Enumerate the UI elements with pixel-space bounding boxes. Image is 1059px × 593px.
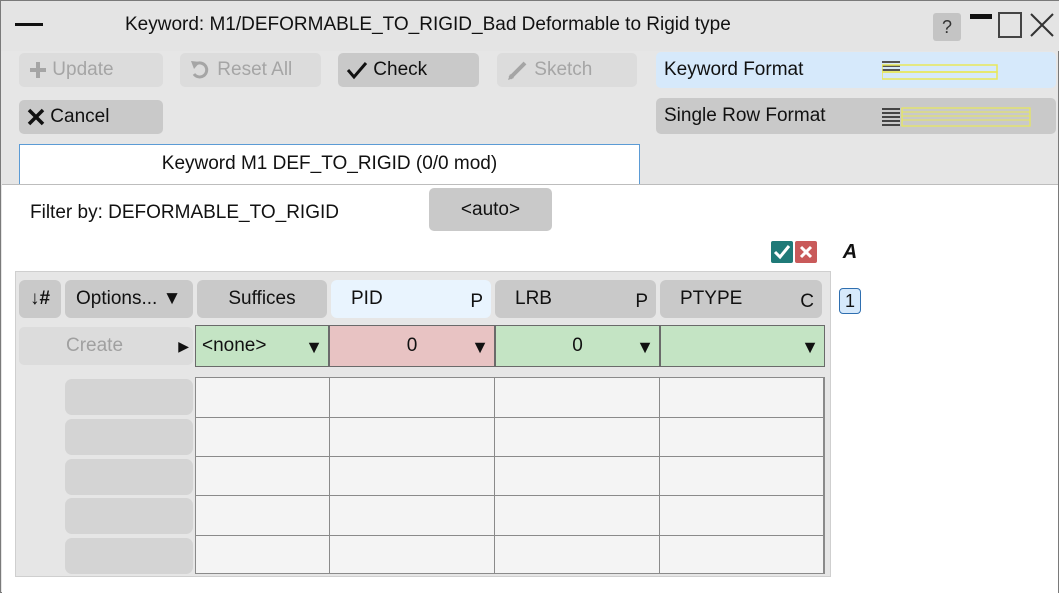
table-cell[interactable]	[660, 536, 824, 573]
table-cell[interactable]	[495, 536, 660, 573]
keyword-tab[interactable]: Keyword M1 DEF_TO_RIGID (0/0 mod)	[19, 144, 640, 184]
x-icon	[27, 108, 45, 126]
lrb-value: 0	[572, 335, 583, 356]
reset-all-label: Reset All	[217, 59, 293, 80]
sort-button[interactable]: ↓#	[19, 280, 61, 318]
column-header-pid-label: PID	[351, 288, 383, 309]
pencil-icon	[508, 61, 527, 80]
plus-icon	[30, 61, 46, 78]
column-type-lrb: P	[635, 291, 648, 312]
table-cell[interactable]	[196, 496, 330, 536]
update-button[interactable]: Update	[19, 53, 163, 87]
cancel-label: Cancel	[50, 106, 110, 127]
ptype-field[interactable]: ▼	[660, 325, 825, 367]
window-menu-icon[interactable]	[15, 23, 43, 26]
column-header-lrb[interactable]: LRB P	[495, 280, 656, 318]
pid-value: 0	[406, 335, 418, 356]
table-cell[interactable]	[495, 457, 660, 496]
table-cell[interactable]	[660, 457, 824, 496]
table-cell[interactable]	[330, 496, 495, 536]
pid-field[interactable]: 0 ▼	[329, 325, 495, 367]
table-cell[interactable]	[495, 496, 660, 536]
window-title: Keyword: M1/DEFORMABLE_TO_RIGID_Bad Defo…	[125, 14, 731, 35]
undo-icon	[191, 60, 209, 79]
maximize-icon[interactable]	[998, 12, 1022, 38]
checkmark-icon	[346, 62, 368, 80]
filter-auto-button[interactable]: <auto>	[429, 188, 552, 231]
chevron-down-icon: ▼	[471, 337, 489, 357]
column-type-ptype: C	[800, 291, 814, 312]
page-number-button[interactable]: 1	[839, 288, 861, 314]
cancel-button[interactable]: Cancel	[19, 100, 163, 134]
create-button[interactable]: Create ▶	[19, 327, 193, 365]
reset-all-button[interactable]: Reset All	[180, 53, 321, 87]
table-cell[interactable]	[330, 457, 495, 496]
column-header-ptype[interactable]: PTYPE C	[660, 280, 822, 318]
row-button-5[interactable]	[65, 538, 193, 574]
check-label: Check	[373, 59, 428, 80]
font-attribute-icon[interactable]: A	[839, 241, 861, 263]
single-row-format-option[interactable]: Single Row Format	[656, 98, 1056, 134]
table-cell[interactable]	[660, 496, 824, 536]
chevron-down-icon: ▼	[801, 337, 819, 357]
reject-x-icon[interactable]	[795, 241, 817, 263]
column-type-pid: P	[470, 291, 483, 312]
column-header-pid[interactable]: PID P	[331, 280, 491, 318]
lrb-field[interactable]: 0 ▼	[495, 325, 660, 367]
table-cell[interactable]	[330, 378, 495, 418]
keyword-format-label: Keyword Format	[664, 59, 804, 80]
title-bar: Keyword: M1/DEFORMABLE_TO_RIGID_Bad Defo…	[1, 1, 1059, 51]
table-cell[interactable]	[196, 418, 330, 457]
table-cell[interactable]	[495, 378, 660, 418]
minimize-icon[interactable]	[970, 14, 992, 19]
help-button[interactable]: ?	[933, 13, 961, 41]
format-lines-icon	[882, 107, 1031, 127]
close-icon[interactable]	[1028, 11, 1056, 39]
data-grid	[195, 377, 825, 574]
table-cell[interactable]	[660, 418, 824, 457]
update-label: Update	[52, 59, 114, 80]
single-row-format-label: Single Row Format	[664, 105, 826, 126]
format-lines-icon	[882, 61, 998, 80]
table-cell[interactable]	[660, 378, 824, 418]
suffices-value: <none>	[202, 335, 267, 356]
create-label: Create	[66, 335, 124, 356]
row-button-2[interactable]	[65, 419, 193, 455]
options-dropdown[interactable]: Options... ▼	[65, 280, 193, 318]
row-button-4[interactable]	[65, 498, 193, 534]
table-cell[interactable]	[330, 418, 495, 457]
column-header-lrb-label: LRB	[515, 288, 552, 309]
keyword-format-option[interactable]: Keyword Format	[656, 52, 1056, 88]
table-cell[interactable]	[196, 378, 330, 418]
arrow-right-icon: ▶	[178, 338, 189, 354]
row-button-1[interactable]	[65, 379, 193, 415]
table-cell[interactable]	[495, 418, 660, 457]
filter-label: Filter by: DEFORMABLE_TO_RIGID	[30, 202, 339, 223]
chevron-down-icon: ▼	[636, 337, 654, 357]
suffices-dropdown[interactable]: <none> ▼	[195, 325, 329, 367]
row-button-3[interactable]	[65, 459, 193, 495]
chevron-down-icon: ▼	[305, 337, 323, 357]
sketch-label: Sketch	[534, 59, 593, 80]
sketch-button[interactable]: Sketch	[497, 53, 637, 87]
table-cell[interactable]	[330, 536, 495, 573]
dialog-window: Keyword: M1/DEFORMABLE_TO_RIGID_Bad Defo…	[0, 0, 1059, 593]
column-header-ptype-label: PTYPE	[680, 288, 743, 309]
accept-check-icon[interactable]	[771, 241, 793, 263]
column-header-suffices[interactable]: Suffices	[197, 280, 327, 318]
table-cell[interactable]	[196, 457, 330, 496]
table-cell[interactable]	[196, 536, 330, 573]
check-button[interactable]: Check	[338, 53, 479, 87]
